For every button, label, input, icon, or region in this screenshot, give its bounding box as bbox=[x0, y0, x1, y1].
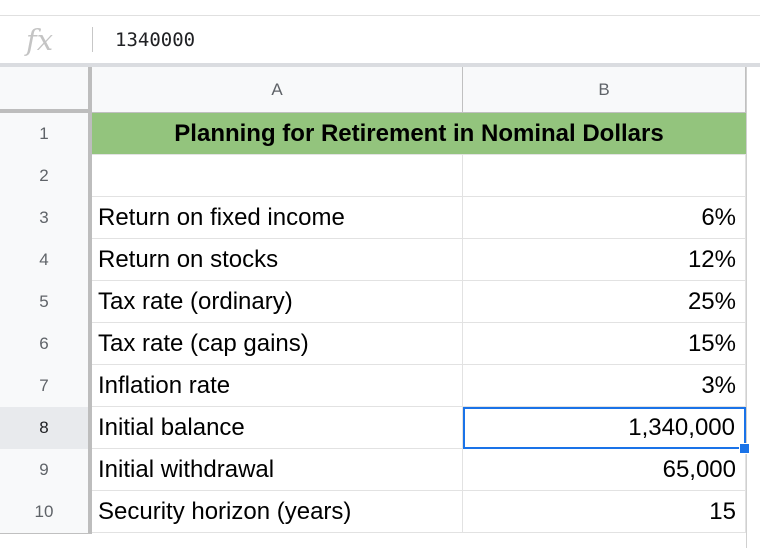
cell-b7[interactable]: 3% bbox=[463, 365, 746, 407]
row-7: 7 Inflation rate 3% bbox=[0, 365, 746, 408]
cell-b5[interactable]: 25% bbox=[463, 281, 746, 323]
cell-a4[interactable]: Return on stocks bbox=[92, 239, 463, 281]
cell-a10[interactable]: Security horizon (years) bbox=[92, 491, 463, 533]
cell-a7[interactable]: Inflation rate bbox=[92, 365, 463, 407]
select-all-corner[interactable] bbox=[0, 67, 92, 113]
row-5: 5 Tax rate (ordinary) 25% bbox=[0, 281, 746, 324]
grid-right-edge bbox=[746, 67, 760, 548]
formula-bar-separator bbox=[92, 27, 93, 52]
row-6: 6 Tax rate (cap gains) 15% bbox=[0, 323, 746, 366]
fill-handle[interactable] bbox=[739, 443, 750, 454]
cell-b10[interactable]: 15 bbox=[463, 491, 746, 533]
title-cell[interactable]: Planning for Retirement in Nominal Dolla… bbox=[92, 113, 746, 155]
row-header[interactable]: 10 bbox=[0, 491, 92, 534]
row-header-selected[interactable]: 8 bbox=[0, 407, 92, 450]
cell-a6[interactable]: Tax rate (cap gains) bbox=[92, 323, 463, 365]
row-9: 9 Initial withdrawal 65,000 bbox=[0, 449, 746, 492]
row-header[interactable]: 1 bbox=[0, 113, 92, 156]
row-8: 8 Initial balance 1,340,000 bbox=[0, 407, 746, 450]
row-header[interactable]: 9 bbox=[0, 449, 92, 492]
row-header[interactable]: 5 bbox=[0, 281, 92, 324]
cell-b3[interactable]: 6% bbox=[463, 197, 746, 239]
row-10: 10 Security horizon (years) 15 bbox=[0, 491, 746, 534]
cell-a2[interactable] bbox=[92, 155, 463, 197]
row-2: 2 bbox=[0, 155, 746, 198]
cell-a8[interactable]: Initial balance bbox=[92, 407, 463, 449]
row-header[interactable]: 3 bbox=[0, 197, 92, 240]
row-header[interactable]: 7 bbox=[0, 365, 92, 408]
cell-b6[interactable]: 15% bbox=[463, 323, 746, 365]
row-3: 3 Return on fixed income 6% bbox=[0, 197, 746, 240]
column-header-a[interactable]: A bbox=[92, 67, 463, 113]
formula-bar bbox=[0, 16, 760, 63]
formula-input[interactable]: 1340000 bbox=[115, 28, 195, 52]
cell-b2[interactable] bbox=[463, 155, 746, 197]
row-header[interactable]: 2 bbox=[0, 155, 92, 198]
fx-icon: fx bbox=[26, 23, 54, 57]
cell-b8-selected[interactable]: 1,340,000 bbox=[463, 407, 746, 449]
cell-a9[interactable]: Initial withdrawal bbox=[92, 449, 463, 491]
cell-b9[interactable]: 65,000 bbox=[463, 449, 746, 491]
cell-a3[interactable]: Return on fixed income bbox=[92, 197, 463, 239]
column-header-b[interactable]: B bbox=[463, 67, 746, 113]
cell-a5[interactable]: Tax rate (ordinary) bbox=[92, 281, 463, 323]
row-1: 1 Planning for Retirement in Nominal Dol… bbox=[0, 113, 746, 156]
row-4: 4 Return on stocks 12% bbox=[0, 239, 746, 282]
cell-b4[interactable]: 12% bbox=[463, 239, 746, 281]
row-header[interactable]: 4 bbox=[0, 239, 92, 282]
row-header[interactable]: 6 bbox=[0, 323, 92, 366]
